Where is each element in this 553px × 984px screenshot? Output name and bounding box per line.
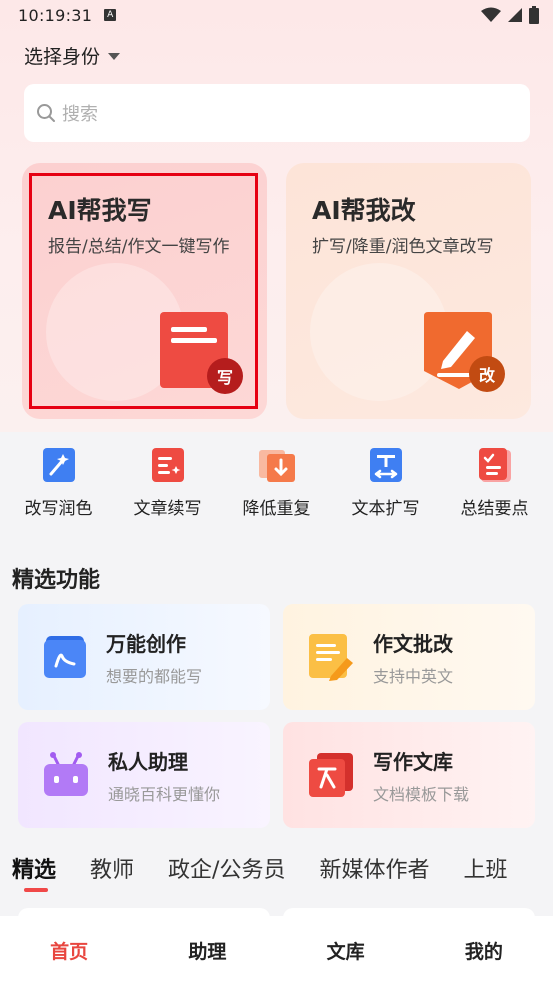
quick-tool-label: 文章续写 <box>133 499 202 519</box>
nav-home[interactable]: 首页 <box>9 937 129 964</box>
nav-assistant[interactable]: 助理 <box>147 937 267 964</box>
robot-icon <box>44 752 88 796</box>
ai-edit-card[interactable]: AI帮我改 扩写/降重/润色文章改写 改 <box>286 163 531 419</box>
feature-title: 作文批改 <box>373 631 453 656</box>
magic-wand-icon <box>42 448 75 482</box>
featured-section-title: 精选功能 <box>12 568 101 593</box>
document-sparkle-icon <box>151 448 184 482</box>
nav-library[interactable]: 文库 <box>286 937 406 964</box>
notification-badge: A <box>104 9 117 21</box>
feature-subtitle: 支持中英文 <box>373 666 454 686</box>
feature-essay-correction[interactable]: 作文批改 支持中英文 <box>283 604 535 710</box>
tab-featured[interactable]: 精选 <box>12 852 56 892</box>
ai-write-title: AI帮我写 <box>48 196 152 225</box>
edit-badge: 改 <box>469 356 505 392</box>
category-tabs: 精选 教师 政企/公务员 新媒体作者 上班 <box>12 852 507 892</box>
status-time: 10:19:31 <box>18 5 93 25</box>
quick-tool-summary[interactable]: 总结要点 <box>440 432 549 542</box>
pen-book-icon <box>44 636 86 678</box>
ai-edit-desc: 扩写/降重/润色文章改写 <box>312 237 494 257</box>
tab-new-media[interactable]: 新媒体作者 <box>319 852 429 884</box>
quick-tool-label: 降低重复 <box>242 499 311 519</box>
nav-mine[interactable]: 我的 <box>424 937 544 964</box>
tab-office-worker[interactable]: 上班 <box>463 852 507 884</box>
signal-icon <box>508 8 522 22</box>
checklist-icon <box>478 448 511 482</box>
ai-edit-title: AI帮我改 <box>312 196 416 225</box>
feature-subtitle: 通晓百科更懂你 <box>108 784 221 804</box>
caret-down-icon <box>108 53 121 60</box>
identity-label: 选择身份 <box>24 46 101 68</box>
bottom-nav: 首页 助理 文库 我的 <box>0 916 553 984</box>
library-icon <box>309 753 353 797</box>
feature-subtitle: 想要的都能写 <box>106 666 203 686</box>
feature-title: 私人助理 <box>108 749 188 774</box>
search-placeholder: 搜索 <box>62 104 98 125</box>
wifi-icon <box>481 7 501 22</box>
feature-subtitle: 文档模板下载 <box>373 784 470 804</box>
ai-write-desc: 报告/总结/作文一键写作 <box>48 237 230 257</box>
paper-pencil-icon <box>309 634 353 681</box>
quick-tool-continue[interactable]: 文章续写 <box>113 432 222 542</box>
feature-personal-assistant[interactable]: 私人助理 通晓百科更懂你 <box>18 722 270 828</box>
search-bar[interactable]: 搜索 <box>24 84 530 142</box>
quick-tool-label: 改写润色 <box>24 499 93 519</box>
feature-title: 万能创作 <box>106 631 186 656</box>
quick-tool-label: 总结要点 <box>460 499 529 519</box>
quick-tool-expand[interactable]: 文本扩写 <box>331 432 440 542</box>
text-expand-icon <box>369 448 402 482</box>
feature-title: 写作文库 <box>373 749 453 774</box>
write-badge: 写 <box>207 358 243 394</box>
battery-icon <box>529 6 539 24</box>
identity-selector[interactable]: 选择身份 <box>24 42 121 69</box>
feature-universal-creation[interactable]: 万能创作 想要的都能写 <box>18 604 270 710</box>
quick-tool-rewrite[interactable]: 改写润色 <box>4 432 113 542</box>
quick-tools-row: 改写润色 文章续写 降低重复 文本扩写 总结要点 <box>0 432 553 542</box>
tab-teacher[interactable]: 教师 <box>90 852 134 884</box>
status-bar: 10:19:31 A <box>0 0 553 30</box>
ai-write-card[interactable]: AI帮我写 报告/总结/作文一键写作 写 <box>22 163 267 419</box>
tab-government[interactable]: 政企/公务员 <box>168 852 285 884</box>
feature-writing-library[interactable]: 写作文库 文档模板下载 <box>283 722 535 828</box>
quick-tool-label: 文本扩写 <box>351 499 420 519</box>
quick-tool-reduce-duplicate[interactable]: 降低重复 <box>222 432 331 542</box>
search-icon <box>37 104 55 122</box>
document-down-icon <box>258 450 295 482</box>
status-icons <box>481 6 539 24</box>
